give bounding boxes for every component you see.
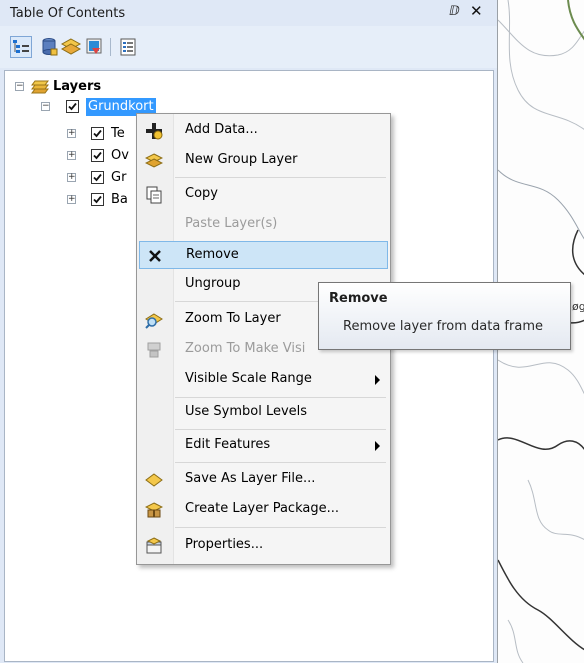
tooltip-title: Remove — [329, 291, 388, 306]
list-by-source-icon[interactable] — [38, 36, 60, 58]
zoom-to-visible-icon — [145, 341, 163, 359]
menu-item-use-symbol-levels[interactable]: Use Symbol Levels — [139, 399, 388, 427]
tree-row-child[interactable]: + Te — [5, 124, 145, 144]
layer-label[interactable]: Ba — [111, 190, 128, 210]
tree-row-child[interactable]: + Ov — [5, 146, 145, 166]
tree-row-child[interactable]: + Gr — [5, 168, 145, 188]
menu-item-paste-layers[interactable]: Paste Layer(s) — [139, 211, 388, 239]
menu-item-visible-scale-range[interactable]: Visible Scale Range — [139, 366, 388, 394]
menu-separator — [175, 429, 386, 430]
copy-icon — [145, 186, 163, 204]
properties-icon — [145, 537, 163, 555]
layer-checkbox[interactable] — [91, 193, 104, 206]
layer-label[interactable]: Ov — [111, 146, 129, 166]
close-icon[interactable]: ✕ — [470, 2, 483, 20]
tree-row-layers[interactable]: − Layers — [5, 77, 205, 97]
remove-icon — [146, 247, 164, 265]
collapse-grundkort-icon[interactable]: − — [41, 102, 50, 111]
expand-layer-icon[interactable]: + — [67, 129, 76, 138]
grundkort-checkbox[interactable] — [66, 100, 79, 113]
layer-package-icon — [144, 501, 164, 519]
submenu-arrow-icon — [375, 441, 380, 451]
tooltip-text: Remove layer from data frame — [343, 319, 543, 334]
list-by-visibility-icon[interactable] — [60, 36, 82, 58]
toc-title: Table Of Contents — [10, 6, 126, 21]
menu-separator — [175, 397, 386, 398]
menu-item-copy[interactable]: Copy — [139, 181, 388, 209]
menu-separator — [175, 527, 386, 528]
layer-checkbox[interactable] — [91, 127, 104, 140]
menu-item-properties[interactable]: Properties... — [139, 532, 388, 560]
map-place-label: øg — [572, 300, 584, 313]
layer-label[interactable]: Te — [111, 124, 125, 144]
layer-label[interactable]: Gr — [111, 168, 126, 188]
group-layer-icon — [144, 152, 164, 170]
expand-layer-icon[interactable]: + — [67, 195, 76, 204]
expand-layer-icon[interactable]: + — [67, 151, 76, 160]
menu-separator — [175, 177, 386, 178]
layer-checkbox[interactable] — [91, 149, 104, 162]
layers-label: Layers — [53, 79, 102, 94]
menu-item-edit-features[interactable]: Edit Features — [139, 432, 388, 460]
menu-item-create-layer-package[interactable]: Create Layer Package... — [139, 496, 388, 524]
options-icon[interactable] — [117, 36, 139, 58]
tree-row-child[interactable]: + Ba — [5, 190, 145, 210]
add-data-icon — [145, 122, 163, 140]
menu-item-new-group-layer[interactable]: New Group Layer — [139, 147, 388, 175]
toolbar-separator — [110, 38, 111, 56]
layer-checkbox[interactable] — [91, 171, 104, 184]
pin-icon[interactable]: ⅅ — [449, 4, 460, 19]
menu-item-save-as-layer-file[interactable]: Save As Layer File... — [139, 466, 388, 494]
zoom-to-layer-icon — [145, 311, 163, 329]
save-layer-icon — [145, 471, 163, 489]
toc-toolbar — [0, 26, 497, 68]
menu-item-remove[interactable]: Remove — [139, 241, 388, 269]
list-by-selection-icon[interactable] — [84, 36, 106, 58]
remove-tooltip: Remove Remove layer from data frame — [318, 282, 571, 350]
list-by-drawing-order-icon[interactable] — [10, 36, 32, 58]
collapse-layers-icon[interactable]: − — [15, 82, 24, 91]
submenu-arrow-icon — [375, 375, 380, 385]
expand-layer-icon[interactable]: + — [67, 173, 76, 182]
toc-title-bar: Table Of Contents ⅅ ✕ — [0, 0, 497, 26]
menu-item-add-data[interactable]: Add Data... — [139, 117, 388, 145]
menu-separator — [175, 462, 386, 463]
